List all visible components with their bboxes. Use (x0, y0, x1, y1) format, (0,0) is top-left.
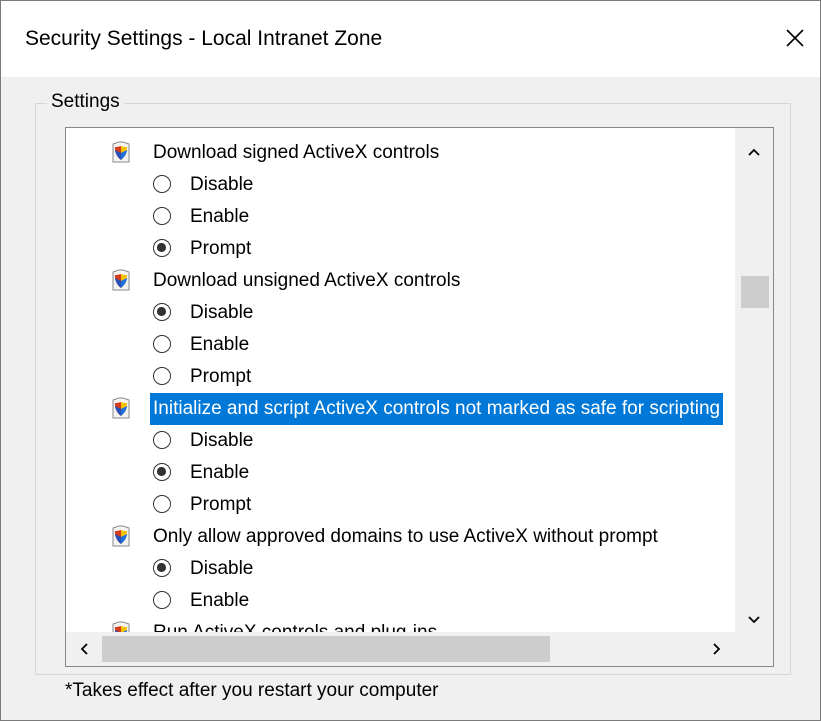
shield-icon (110, 269, 132, 293)
scroll-up-button[interactable] (735, 140, 773, 164)
settings-group-label: Settings (47, 89, 124, 115)
radio-button[interactable] (153, 207, 171, 225)
close-icon (786, 29, 804, 47)
setting-option-disable[interactable]: Disable (66, 425, 734, 457)
setting-heading[interactable]: Download unsigned ActiveX controls (66, 265, 734, 297)
setting-option-enable[interactable]: Enable (66, 201, 734, 233)
radio-button[interactable] (153, 463, 171, 481)
radio-button[interactable] (153, 367, 171, 385)
radio-option-label: Disable (190, 174, 254, 195)
setting-option-disable[interactable]: Disable (66, 169, 734, 201)
radio-button[interactable] (153, 431, 171, 449)
setting-option-enable[interactable]: Enable (66, 585, 734, 617)
setting-heading[interactable]: Download signed ActiveX controls (66, 137, 734, 169)
scroll-right-button[interactable] (699, 637, 735, 661)
scroll-left-button[interactable] (66, 637, 102, 661)
setting-heading-label: Run ActiveX controls and plug-ins (150, 617, 440, 632)
setting-heading-label: Download unsigned ActiveX controls (153, 270, 461, 291)
vertical-scroll-thumb[interactable] (741, 276, 769, 308)
setting-option-prompt[interactable]: Prompt (66, 489, 734, 521)
radio-button[interactable] (153, 239, 171, 257)
setting-option-prompt[interactable]: Prompt (66, 361, 734, 393)
radio-option-label: Disable (190, 302, 254, 323)
radio-option-label: Enable (190, 334, 250, 355)
radio-option-label: Prompt (190, 494, 252, 515)
title-bar: Security Settings - Local Intranet Zone (1, 1, 820, 77)
radio-button[interactable] (153, 175, 171, 193)
shield-icon (110, 397, 132, 421)
setting-heading-label: Initialize and script ActiveX controls n… (150, 393, 724, 425)
setting-heading[interactable]: Initialize and script ActiveX controls n… (66, 393, 734, 425)
horizontal-scrollbar[interactable] (66, 632, 735, 666)
close-button[interactable] (770, 15, 820, 61)
radio-option-label: Enable (190, 462, 250, 483)
shield-icon (110, 141, 132, 165)
vertical-scrollbar[interactable] (735, 128, 773, 632)
chevron-up-icon (748, 148, 760, 156)
radio-option-label: Disable (190, 430, 254, 451)
setting-heading[interactable]: Only allow approved domains to use Activ… (66, 521, 734, 553)
settings-tree-list[interactable]: Download signed ActiveX controls Disable E… (65, 127, 774, 667)
chevron-left-icon (80, 643, 88, 655)
radio-button[interactable] (153, 559, 171, 577)
radio-button[interactable] (153, 303, 171, 321)
settings-list-viewport: Download signed ActiveX controls Disable E… (66, 128, 734, 632)
scroll-down-button[interactable] (735, 608, 773, 632)
setting-heading-label: Download signed ActiveX controls (153, 142, 440, 163)
chevron-down-icon (748, 616, 760, 624)
radio-button[interactable] (153, 495, 171, 513)
setting-option-enable[interactable]: Enable (66, 329, 734, 361)
radio-option-label: Prompt (190, 238, 252, 259)
setting-option-prompt[interactable]: Prompt (66, 233, 734, 265)
radio-option-label: Prompt (190, 366, 252, 387)
shield-icon (110, 621, 132, 632)
setting-heading[interactable]: Run ActiveX controls and plug-ins (66, 617, 734, 632)
shield-icon (110, 525, 132, 549)
radio-option-label: Enable (190, 590, 250, 611)
security-settings-dialog: Security Settings - Local Intranet Zone … (0, 0, 821, 721)
scrollbar-corner (735, 632, 773, 666)
setting-option-disable[interactable]: Disable (66, 553, 734, 585)
setting-option-disable[interactable]: Disable (66, 297, 734, 329)
window-title: Security Settings - Local Intranet Zone (25, 27, 383, 50)
radio-button[interactable] (153, 591, 171, 609)
radio-button[interactable] (153, 335, 171, 353)
setting-option-enable[interactable]: Enable (66, 457, 734, 489)
setting-heading-label: Only allow approved domains to use Activ… (153, 526, 658, 547)
radio-option-label: Disable (190, 558, 254, 579)
restart-footnote: *Takes effect after you restart your com… (65, 680, 439, 701)
horizontal-scroll-thumb[interactable] (102, 636, 550, 662)
radio-option-label: Enable (190, 206, 250, 227)
chevron-right-icon (713, 643, 721, 655)
